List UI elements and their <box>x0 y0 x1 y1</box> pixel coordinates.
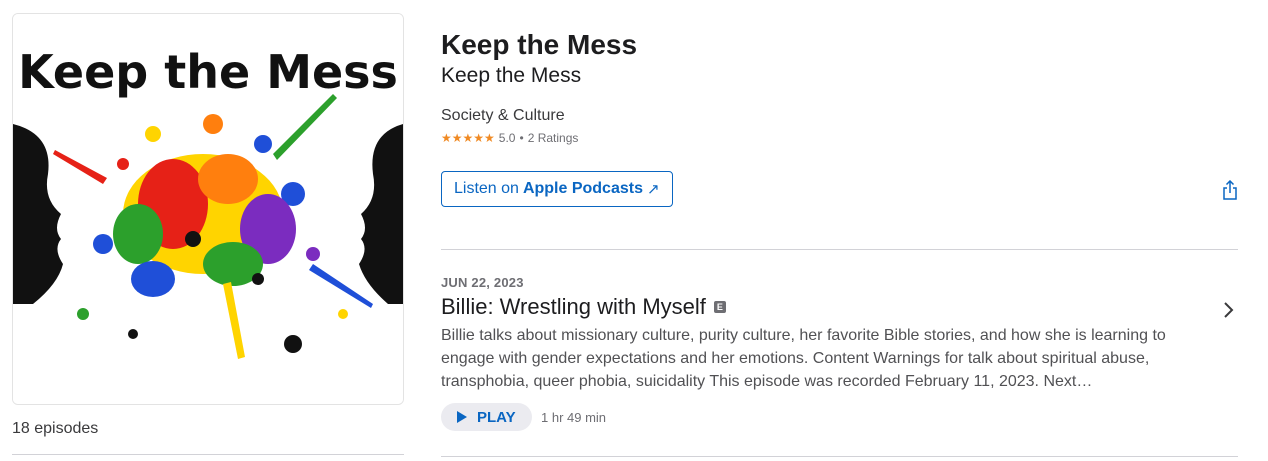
explicit-badge: E <box>713 301 726 313</box>
episode-duration: 1 hr 49 min <box>541 410 607 425</box>
episode-description: Billie talks about missionary culture, p… <box>441 327 1166 390</box>
divider-top <box>441 249 1238 250</box>
chevron-right-icon[interactable] <box>1223 301 1235 319</box>
star-rating-icon: ★★★★★ <box>441 131 495 145</box>
share-icon[interactable] <box>1222 180 1238 200</box>
episode-title-text[interactable]: Billie: Wrestling with Myself <box>441 294 706 320</box>
rating-separator: • <box>519 131 524 145</box>
artwork-title: Keep the Mess <box>18 45 398 99</box>
play-label: PLAY <box>477 408 516 426</box>
podcast-category[interactable]: Society & Culture <box>441 107 565 125</box>
rating-count: 2 Ratings <box>527 131 579 145</box>
rating: ★★★★★ 5.0 • 2 Ratings <box>441 131 578 145</box>
divider-bottom <box>441 456 1238 457</box>
podcast-artwork: Keep the Mess <box>12 13 404 405</box>
play-button[interactable]: PLAY <box>441 403 532 431</box>
listen-button-prefix: Listen on <box>454 180 519 197</box>
artwork-image: Keep the Mess <box>13 14 403 404</box>
listen-button-brand: Apple Podcasts <box>522 180 643 197</box>
left-divider <box>12 454 404 455</box>
podcast-author[interactable]: Keep the Mess <box>441 64 581 88</box>
episodes-count: 18 episodes <box>12 420 99 437</box>
play-icon <box>457 411 467 423</box>
episode-date: JUN 22, 2023 <box>441 275 524 290</box>
episode-title[interactable]: Billie: Wrestling with Myself E <box>441 294 726 320</box>
podcast-title: Keep the Mess <box>441 29 638 60</box>
external-link-icon: ↗ <box>646 181 660 198</box>
rating-value: 5.0 <box>498 131 516 145</box>
listen-on-apple-podcasts-button[interactable]: Listen on Apple Podcasts ↗ <box>441 171 673 207</box>
